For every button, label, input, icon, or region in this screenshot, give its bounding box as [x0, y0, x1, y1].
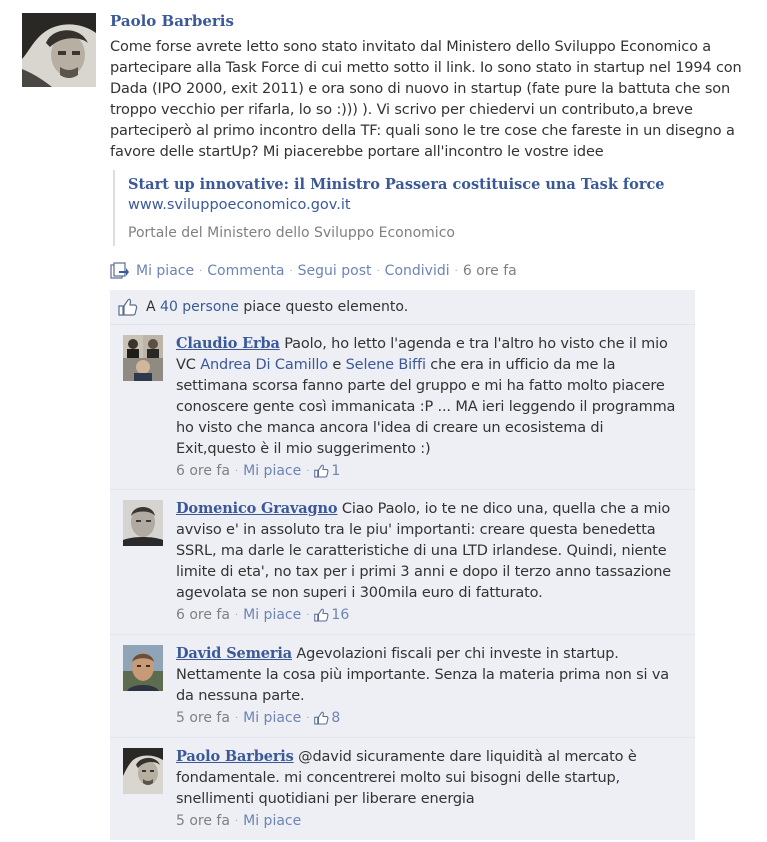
comment-item: David Semeria Agevolazioni fiscali per c… — [110, 635, 695, 738]
likes-people-link[interactable]: 40 persone — [160, 299, 239, 315]
separator: · — [376, 265, 380, 277]
mention-link[interactable]: Andrea Di Camillo — [200, 357, 328, 373]
comment-body: Claudio Erba Paolo, ho letto l'agenda e … — [176, 333, 676, 460]
comment-timestamp[interactable]: 5 ore fa — [176, 710, 230, 726]
likes-suffix: piace questo elemento. — [243, 299, 409, 315]
post-share-link[interactable]: Condividi — [385, 263, 450, 279]
separator: · — [234, 609, 239, 621]
post-author-avatar[interactable] — [22, 13, 96, 87]
separator: · — [306, 465, 310, 477]
commenter-avatar[interactable] — [123, 748, 163, 794]
comment-like-link[interactable]: Mi piace — [243, 813, 301, 829]
separator: · — [454, 265, 458, 277]
likes-prefix: A — [146, 299, 156, 315]
separator: · — [306, 609, 310, 621]
comment-item: Paolo Barberis @david sicuramente dare l… — [110, 738, 695, 840]
separator: · — [234, 712, 239, 724]
comment-meta: 5 ore fa · Mi piace · 8 — [176, 710, 340, 726]
likes-summary-text: A 40 persone piace questo elemento. — [146, 299, 408, 315]
thumbs-up-icon — [314, 464, 329, 478]
thumbs-up-icon — [314, 711, 329, 725]
separator: · — [289, 265, 293, 277]
post-author-name[interactable]: Paolo Barberis — [110, 12, 234, 30]
mention-link[interactable]: Selene Biffi — [346, 357, 426, 373]
comment-body: Domenico Gravagno Ciao Paolo, io te ne d… — [176, 498, 676, 604]
comment-text: e — [327, 357, 346, 373]
commenter-avatar[interactable] — [123, 335, 163, 381]
commenter-name[interactable]: Paolo Barberis — [176, 748, 294, 765]
shared-link-title[interactable]: Start up innovative: il Ministro Passera… — [128, 176, 665, 193]
post-message: Come forse avrete letto sono stato invit… — [110, 39, 742, 160]
shared-link-attachment[interactable]: Start up innovative: il Ministro Passera… — [113, 170, 735, 246]
shared-link-description: Portale del Ministero dello Sviluppo Eco… — [128, 225, 455, 241]
post-like-link[interactable]: Mi piace — [136, 263, 194, 279]
comment-meta: 5 ore fa · Mi piace — [176, 813, 301, 829]
post-timestamp[interactable]: 6 ore fa — [463, 263, 517, 279]
commenter-name[interactable]: Domenico Gravagno — [176, 500, 338, 517]
separator: · — [234, 815, 239, 827]
separator: · — [234, 465, 239, 477]
thumbs-up-icon — [314, 608, 329, 622]
comment-item: Domenico Gravagno Ciao Paolo, io te ne d… — [110, 490, 695, 635]
commenter-name[interactable]: Claudio Erba — [176, 335, 280, 352]
comment-like-link[interactable]: Mi piace — [243, 463, 301, 479]
likes-summary: A 40 persone piace questo elemento. — [110, 290, 695, 325]
comment-like-count[interactable]: 1 — [331, 463, 340, 479]
comment-body: David Semeria Agevolazioni fiscali per c… — [176, 643, 676, 707]
comment-like-count[interactable]: 8 — [331, 710, 340, 726]
share-icon — [110, 262, 130, 280]
comment-timestamp[interactable]: 6 ore fa — [176, 463, 230, 479]
comment-body: Paolo Barberis @david sicuramente dare l… — [176, 746, 676, 810]
post-comment-link[interactable]: Commenta — [207, 263, 284, 279]
commenter-name[interactable]: David Semeria — [176, 645, 292, 662]
post-action-bar: Mi piace · Commenta · Segui post · Condi… — [110, 262, 517, 280]
comment-item: Claudio Erba Paolo, ho letto l'agenda e … — [110, 325, 695, 490]
comment-like-count[interactable]: 16 — [331, 607, 349, 623]
shared-link-url[interactable]: www.sviluppoeconomico.gov.it — [128, 197, 351, 213]
comment-meta: 6 ore fa · Mi piace · 1 — [176, 463, 340, 479]
comment-timestamp[interactable]: 6 ore fa — [176, 607, 230, 623]
comment-meta: 6 ore fa · Mi piace · 16 — [176, 607, 349, 623]
post-follow-link[interactable]: Segui post — [298, 263, 372, 279]
comment-timestamp[interactable]: 5 ore fa — [176, 813, 230, 829]
comment-like-link[interactable]: Mi piace — [243, 607, 301, 623]
separator: · — [306, 712, 310, 724]
commenter-avatar[interactable] — [123, 500, 163, 546]
thumbs-up-icon — [118, 298, 138, 316]
commenter-avatar[interactable] — [123, 645, 163, 691]
comment-like-link[interactable]: Mi piace — [243, 710, 301, 726]
separator: · — [199, 265, 203, 277]
comments-section: A 40 persone piace questo elemento. Clau… — [110, 290, 695, 840]
